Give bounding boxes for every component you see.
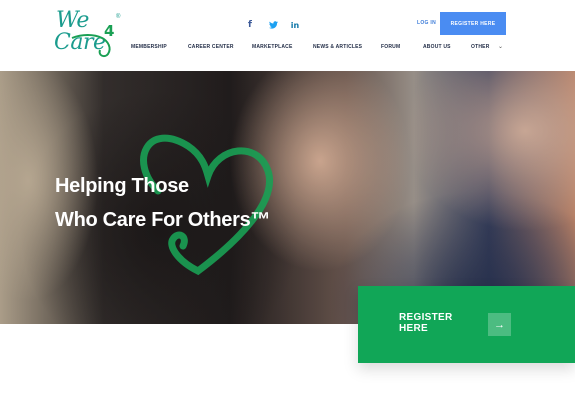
nav-item-marketplace[interactable]: MARKETPLACE — [252, 44, 293, 50]
nav-item-other[interactable]: OTHER — [471, 44, 490, 50]
register-card-label: REGISTER HERE — [399, 312, 453, 334]
arrow-right-icon[interactable]: → — [488, 313, 511, 336]
heart-outline-icon — [140, 134, 273, 276]
hero-title-line-1: Helping Those — [55, 175, 189, 197]
twitter-bird-icon — [268, 21, 278, 29]
nav-item-about-us[interactable]: ABOUT US — [423, 44, 451, 50]
hero-title-line-2: Who Care For Others™ — [55, 209, 271, 231]
we-care-4-logo[interactable]: We Care 4 ® — [52, 10, 124, 62]
linkedin-icon[interactable]: in — [289, 19, 301, 31]
register-here-button[interactable]: REGISTER HERE — [440, 12, 506, 35]
site-header: We Care 4 ® f in LOG IN REGISTER HERE ME… — [0, 0, 575, 71]
register-card-line-1: REGISTER — [399, 312, 453, 323]
heart-swoosh-icon — [71, 34, 111, 58]
nav-item-news-articles[interactable]: NEWS & ARTICLES — [313, 44, 362, 50]
chevron-down-icon[interactable]: ⌄ — [498, 43, 503, 50]
register-card-line-2: HERE — [399, 323, 428, 334]
register-here-card[interactable]: REGISTER HERE → — [358, 286, 575, 363]
nav-item-membership[interactable]: MEMBERSHIP — [131, 44, 167, 50]
nav-item-career-center[interactable]: CAREER CENTER — [188, 44, 234, 50]
logo-registered-mark: ® — [116, 14, 121, 20]
twitter-icon[interactable] — [267, 19, 279, 31]
login-link[interactable]: LOG IN — [417, 20, 436, 26]
nav-item-forum[interactable]: FORUM — [381, 44, 400, 50]
facebook-icon[interactable]: f — [244, 19, 256, 31]
